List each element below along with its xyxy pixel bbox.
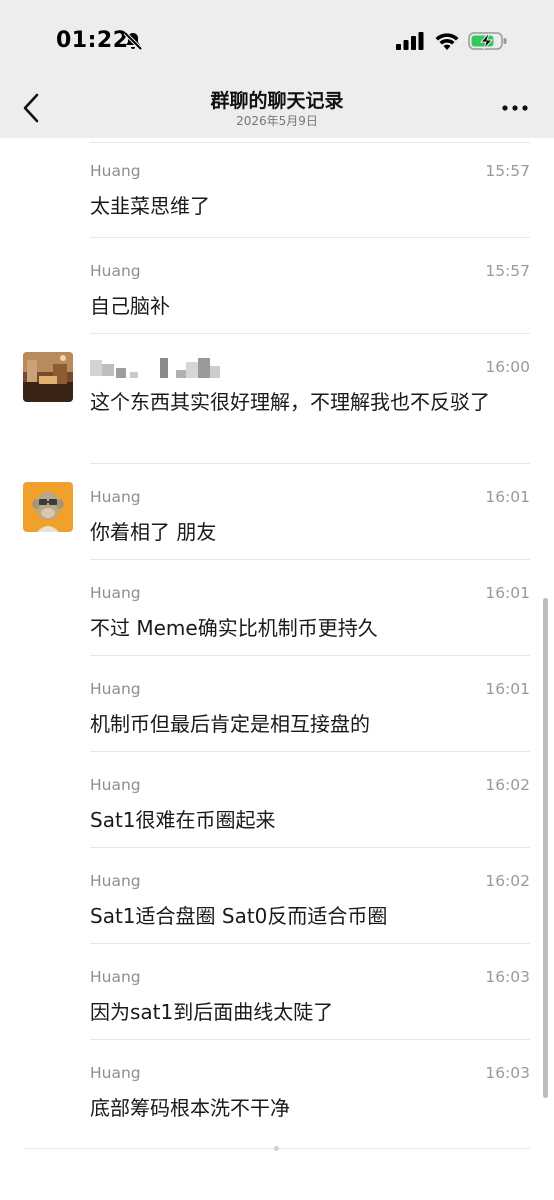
battery-charging-icon [468, 32, 507, 50]
message-time: 16:01 [485, 488, 530, 506]
message-text: Sat1适合盘圈 Sat0反而适合币圈 [90, 904, 388, 928]
message-time: 15:57 [485, 262, 530, 280]
scrollbar[interactable] [543, 598, 548, 1098]
page-subtitle-date: 2026年5月9日 [236, 114, 318, 128]
message-sender: Huang [90, 776, 141, 794]
message-time: 16:02 [485, 776, 530, 794]
message-item[interactable]: Huang 16:03 因为sat1到后面曲线太陡了 [0, 944, 554, 1040]
message-text: 机制币但最后肯定是相互接盘的 [90, 712, 370, 736]
message-time: 16:03 [485, 968, 530, 986]
message-text: Sat1很难在币圈起来 [90, 808, 276, 832]
avatar-photo-image [23, 352, 73, 402]
message-time: 16:01 [485, 584, 530, 602]
message-text: 太韭菜思维了 [90, 194, 210, 218]
message-text: 因为sat1到后面曲线太陡了 [90, 1000, 334, 1024]
message-item[interactable]: Huang 16:01 你着相了 朋友 [0, 464, 554, 560]
wifi-icon [435, 33, 459, 50]
status-time: 01:22 [56, 28, 129, 53]
page-title: 群聊的聊天记录 [210, 90, 344, 112]
message-sender: Huang [90, 680, 141, 698]
message-item[interactable]: Huang 15:57 自己脑补 [0, 238, 554, 334]
cellular-signal-icon [396, 32, 424, 50]
message-text: 不过 Meme确实比机制币更持久 [90, 616, 378, 640]
status-bar: 01:22 [0, 0, 554, 80]
message-sender: Huang [90, 262, 141, 280]
bell-slash-icon [123, 31, 143, 51]
redacted-sender-name [90, 358, 220, 378]
message-text: 底部筹码根本洗不干净 [90, 1096, 290, 1120]
header: 01:22 群聊的聊天记录 2026年5月9日 [0, 0, 554, 138]
message-item[interactable]: 16:00 这个东西其实很好理解，不理解我也不反驳了 [0, 334, 554, 464]
message-time: 16:00 [485, 358, 530, 376]
message-sender: Huang [90, 872, 141, 890]
message-item[interactable]: Huang 16:01 机制币但最后肯定是相互接盘的 [0, 656, 554, 752]
message-sender: Huang [90, 1064, 141, 1082]
message-item[interactable]: Huang 16:02 Sat1很难在币圈起来 [0, 752, 554, 848]
more-options-icon[interactable] [498, 96, 532, 120]
ape-avatar-image [23, 482, 73, 532]
message-text: 这个东西其实很好理解，不理解我也不反驳了 [90, 390, 490, 414]
message-item[interactable]: Huang 16:02 Sat1适合盘圈 Sat0反而适合币圈 [0, 848, 554, 944]
message-time: 16:01 [485, 680, 530, 698]
message-time: 16:03 [485, 1064, 530, 1082]
message-item[interactable]: Huang 16:01 不过 Meme确实比机制币更持久 [0, 560, 554, 656]
avatar-photo[interactable] [23, 352, 73, 402]
message-item[interactable]: Huang 16:03 底部筹码根本洗不干净 [0, 1040, 554, 1136]
message-time: 15:57 [485, 162, 530, 180]
message-time: 16:02 [485, 872, 530, 890]
message-sender: Huang [90, 584, 141, 602]
message-sender: Huang [90, 162, 141, 180]
message-text: 你着相了 朋友 [90, 520, 217, 544]
message-item[interactable]: Huang 15:57 太韭菜思维了 [0, 138, 554, 238]
avatar-ape[interactable] [23, 482, 73, 532]
chat-history-list[interactable]: Huang 15:57 太韭菜思维了 Huang 15:57 自己脑补 16:0… [0, 138, 554, 1200]
message-sender: Huang [90, 488, 141, 506]
message-sender: Huang [90, 968, 141, 986]
message-text: 自己脑补 [90, 294, 170, 318]
end-of-list-dot [274, 1146, 279, 1151]
